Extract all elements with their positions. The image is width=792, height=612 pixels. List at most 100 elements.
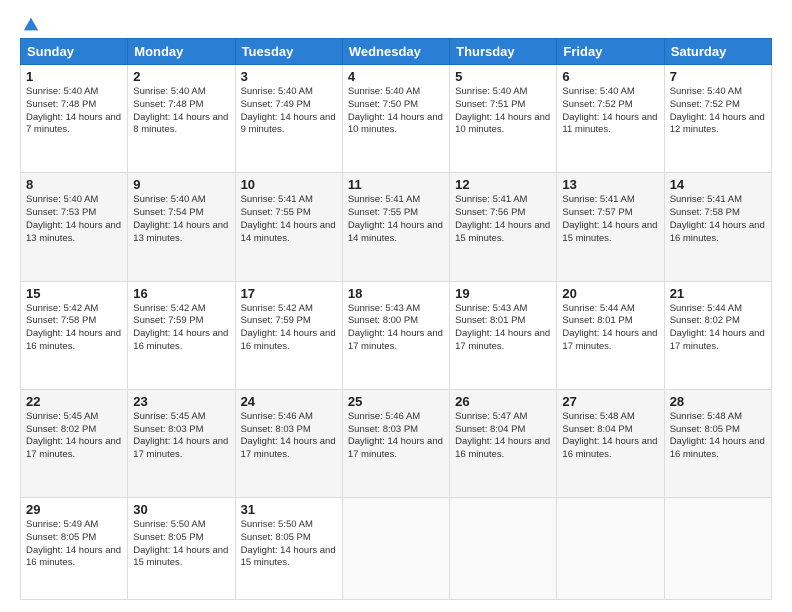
calendar-cell: 24 Sunrise: 5:46 AMSunset: 8:03 PMDayligh… bbox=[235, 389, 342, 497]
day-number: 20 bbox=[562, 286, 658, 301]
cell-info: Sunrise: 5:49 AMSunset: 8:05 PMDaylight:… bbox=[26, 519, 121, 568]
day-number: 10 bbox=[241, 177, 337, 192]
calendar-cell: 23Sunrise: 5:45 AMSunset: 8:03 PMDayligh… bbox=[128, 389, 235, 497]
calendar-cell: 14 Sunrise: 5:41 AMSunset: 7:58 PMDayligh… bbox=[664, 173, 771, 281]
calendar-day-header: Wednesday bbox=[342, 39, 449, 65]
calendar-day-header: Tuesday bbox=[235, 39, 342, 65]
cell-info: Sunrise: 5:42 AMSunset: 7:59 PMDaylight:… bbox=[133, 303, 228, 352]
calendar-cell: 2 Sunrise: 5:40 AMSunset: 7:48 PMDaylight… bbox=[128, 65, 235, 173]
calendar-cell: 26 Sunrise: 5:47 AMSunset: 8:04 PMDayligh… bbox=[450, 389, 557, 497]
cell-info: Sunrise: 5:42 AMSunset: 7:59 PMDaylight:… bbox=[241, 303, 336, 352]
calendar-cell: 20 Sunrise: 5:44 AMSunset: 8:01 PMDayligh… bbox=[557, 281, 664, 389]
day-number: 12 bbox=[455, 177, 551, 192]
day-number: 17 bbox=[241, 286, 337, 301]
calendar-cell: 9Sunrise: 5:40 AMSunset: 7:54 PMDaylight… bbox=[128, 173, 235, 281]
calendar-cell: 21 Sunrise: 5:44 AMSunset: 8:02 PMDayligh… bbox=[664, 281, 771, 389]
logo-icon bbox=[22, 16, 40, 34]
calendar-cell: 16 Sunrise: 5:42 AMSunset: 7:59 PMDayligh… bbox=[128, 281, 235, 389]
day-number: 29 bbox=[26, 502, 122, 517]
day-number: 23 bbox=[133, 394, 229, 409]
day-number: 4 bbox=[348, 69, 444, 84]
page: SundayMondayTuesdayWednesdayThursdayFrid… bbox=[0, 0, 792, 612]
calendar-cell: 30Sunrise: 5:50 AMSunset: 8:05 PMDayligh… bbox=[128, 498, 235, 600]
calendar-header-row: SundayMondayTuesdayWednesdayThursdayFrid… bbox=[21, 39, 772, 65]
cell-info: Sunrise: 5:44 AMSunset: 8:02 PMDaylight:… bbox=[670, 303, 765, 352]
header bbox=[20, 16, 772, 34]
cell-info: Sunrise: 5:48 AMSunset: 8:04 PMDaylight:… bbox=[562, 411, 657, 460]
calendar-cell: 19 Sunrise: 5:43 AMSunset: 8:01 PMDayligh… bbox=[450, 281, 557, 389]
day-number: 21 bbox=[670, 286, 766, 301]
cell-info: Sunrise: 5:43 AMSunset: 8:01 PMDaylight:… bbox=[455, 303, 550, 352]
calendar-cell: 1 Sunrise: 5:40 AMSunset: 7:48 PMDaylight… bbox=[21, 65, 128, 173]
day-number: 3 bbox=[241, 69, 337, 84]
calendar-cell: 17 Sunrise: 5:42 AMSunset: 7:59 PMDayligh… bbox=[235, 281, 342, 389]
cell-info: Sunrise: 5:41 AMSunset: 7:58 PMDaylight:… bbox=[670, 194, 765, 243]
cell-info: Sunrise: 5:40 AMSunset: 7:48 PMDaylight:… bbox=[26, 86, 121, 135]
calendar-cell: 4 Sunrise: 5:40 AMSunset: 7:50 PMDaylight… bbox=[342, 65, 449, 173]
calendar-cell: 31 Sunrise: 5:50 AMSunset: 8:05 PMDayligh… bbox=[235, 498, 342, 600]
calendar-cell bbox=[557, 498, 664, 600]
cell-info: Sunrise: 5:41 AMSunset: 7:55 PMDaylight:… bbox=[348, 194, 443, 243]
cell-info: Sunrise: 5:45 AMSunset: 8:02 PMDaylight:… bbox=[26, 411, 121, 460]
cell-info: Sunrise: 5:40 AMSunset: 7:49 PMDaylight:… bbox=[241, 86, 336, 135]
calendar-cell: 29 Sunrise: 5:49 AMSunset: 8:05 PMDayligh… bbox=[21, 498, 128, 600]
day-number: 19 bbox=[455, 286, 551, 301]
calendar-cell: 15 Sunrise: 5:42 AMSunset: 7:58 PMDayligh… bbox=[21, 281, 128, 389]
day-number: 8 bbox=[26, 177, 122, 192]
day-number: 28 bbox=[670, 394, 766, 409]
day-number: 11 bbox=[348, 177, 444, 192]
day-number: 5 bbox=[455, 69, 551, 84]
cell-info: Sunrise: 5:40 AMSunset: 7:51 PMDaylight:… bbox=[455, 86, 550, 135]
logo bbox=[20, 16, 40, 34]
day-number: 27 bbox=[562, 394, 658, 409]
day-number: 18 bbox=[348, 286, 444, 301]
calendar-cell bbox=[664, 498, 771, 600]
cell-info: Sunrise: 5:41 AMSunset: 7:55 PMDaylight:… bbox=[241, 194, 336, 243]
calendar-day-header: Saturday bbox=[664, 39, 771, 65]
calendar-cell: 10 Sunrise: 5:41 AMSunset: 7:55 PMDayligh… bbox=[235, 173, 342, 281]
day-number: 14 bbox=[670, 177, 766, 192]
cell-info: Sunrise: 5:41 AMSunset: 7:56 PMDaylight:… bbox=[455, 194, 550, 243]
day-number: 15 bbox=[26, 286, 122, 301]
day-number: 9 bbox=[133, 177, 229, 192]
day-number: 16 bbox=[133, 286, 229, 301]
cell-info: Sunrise: 5:47 AMSunset: 8:04 PMDaylight:… bbox=[455, 411, 550, 460]
day-number: 24 bbox=[241, 394, 337, 409]
calendar-cell: 25Sunrise: 5:46 AMSunset: 8:03 PMDayligh… bbox=[342, 389, 449, 497]
cell-info: Sunrise: 5:41 AMSunset: 7:57 PMDaylight:… bbox=[562, 194, 657, 243]
day-number: 25 bbox=[348, 394, 444, 409]
calendar-cell bbox=[450, 498, 557, 600]
cell-info: Sunrise: 5:40 AMSunset: 7:52 PMDaylight:… bbox=[562, 86, 657, 135]
day-number: 2 bbox=[133, 69, 229, 84]
calendar-cell: 7 Sunrise: 5:40 AMSunset: 7:52 PMDaylight… bbox=[664, 65, 771, 173]
day-number: 13 bbox=[562, 177, 658, 192]
cell-info: Sunrise: 5:50 AMSunset: 8:05 PMDaylight:… bbox=[241, 519, 336, 568]
cell-info: Sunrise: 5:40 AMSunset: 7:53 PMDaylight:… bbox=[26, 194, 121, 243]
calendar-cell: 27 Sunrise: 5:48 AMSunset: 8:04 PMDayligh… bbox=[557, 389, 664, 497]
calendar-cell: 6Sunrise: 5:40 AMSunset: 7:52 PMDaylight… bbox=[557, 65, 664, 173]
calendar-day-header: Friday bbox=[557, 39, 664, 65]
cell-info: Sunrise: 5:40 AMSunset: 7:52 PMDaylight:… bbox=[670, 86, 765, 135]
cell-info: Sunrise: 5:48 AMSunset: 8:05 PMDaylight:… bbox=[670, 411, 765, 460]
day-number: 1 bbox=[26, 69, 122, 84]
cell-info: Sunrise: 5:40 AMSunset: 7:50 PMDaylight:… bbox=[348, 86, 443, 135]
day-number: 30 bbox=[133, 502, 229, 517]
calendar-cell: 18 Sunrise: 5:43 AMSunset: 8:00 PMDayligh… bbox=[342, 281, 449, 389]
calendar-table: SundayMondayTuesdayWednesdayThursdayFrid… bbox=[20, 38, 772, 600]
calendar-cell: 13 Sunrise: 5:41 AMSunset: 7:57 PMDayligh… bbox=[557, 173, 664, 281]
calendar-day-header: Sunday bbox=[21, 39, 128, 65]
cell-info: Sunrise: 5:46 AMSunset: 8:03 PMDaylight:… bbox=[241, 411, 336, 460]
cell-info: Sunrise: 5:42 AMSunset: 7:58 PMDaylight:… bbox=[26, 303, 121, 352]
calendar-cell: 5 Sunrise: 5:40 AMSunset: 7:51 PMDaylight… bbox=[450, 65, 557, 173]
calendar-cell: 8 Sunrise: 5:40 AMSunset: 7:53 PMDaylight… bbox=[21, 173, 128, 281]
calendar-cell: 3 Sunrise: 5:40 AMSunset: 7:49 PMDaylight… bbox=[235, 65, 342, 173]
day-number: 31 bbox=[241, 502, 337, 517]
calendar-cell: 28 Sunrise: 5:48 AMSunset: 8:05 PMDayligh… bbox=[664, 389, 771, 497]
day-number: 26 bbox=[455, 394, 551, 409]
day-number: 7 bbox=[670, 69, 766, 84]
calendar-cell: 11 Sunrise: 5:41 AMSunset: 7:55 PMDayligh… bbox=[342, 173, 449, 281]
cell-info: Sunrise: 5:44 AMSunset: 8:01 PMDaylight:… bbox=[562, 303, 657, 352]
cell-info: Sunrise: 5:40 AMSunset: 7:48 PMDaylight:… bbox=[133, 86, 228, 135]
cell-info: Sunrise: 5:43 AMSunset: 8:00 PMDaylight:… bbox=[348, 303, 443, 352]
calendar-week-row: 8 Sunrise: 5:40 AMSunset: 7:53 PMDaylight… bbox=[21, 173, 772, 281]
